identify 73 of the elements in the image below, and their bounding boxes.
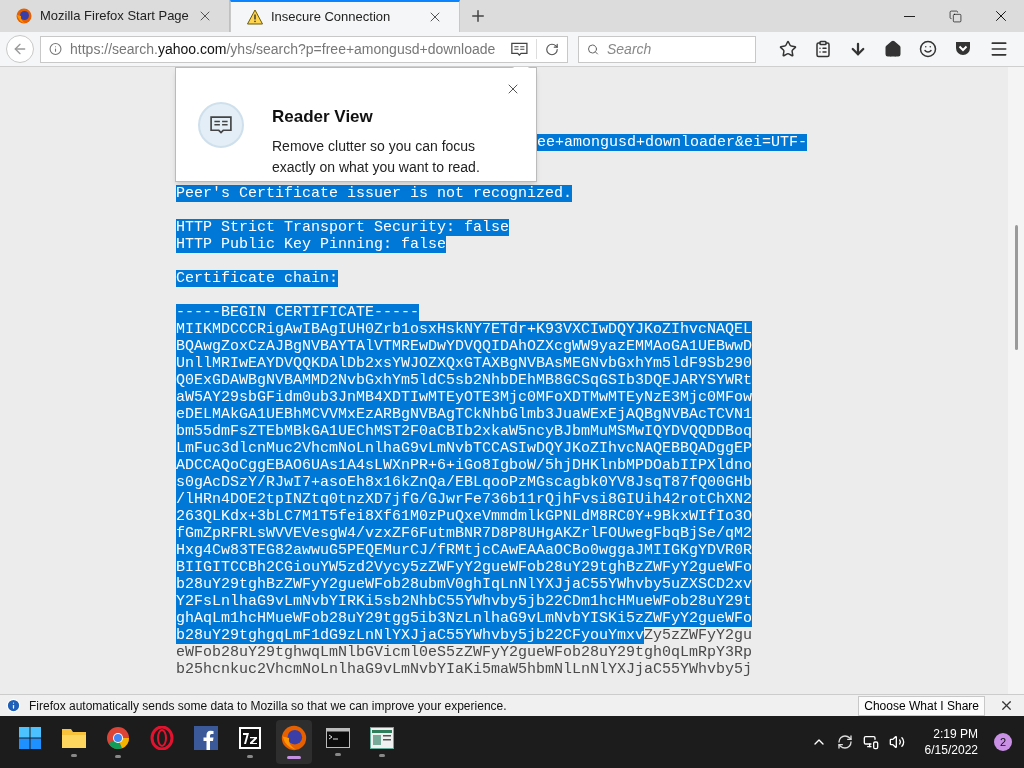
page-text: Hxg4Cw83TEG82awwuG5PEQEMurCJ/fRMtjcCAwEAAaOCBo0wggaJMIIGKgYDVR0R — [176, 542, 753, 559]
page-text: eDELMAkGA1UEBhMCVVMxEzARBgNVBAgTCkNhbGlmb3JuaWExEjAQBgNVBAcTCVN1 — [176, 406, 753, 423]
page-text: Zy5zZWFyY2gu — [644, 627, 753, 644]
page-text: -----BEGIN CERTIFICATE----- — [176, 304, 420, 321]
archive-icon — [238, 726, 262, 750]
close-notification-icon[interactable] — [999, 698, 1014, 713]
page-text: ghAqLm1hcHMueWFob28uY29tgg5ib3NzLnlhaG9vLmNvbYISKi5zZWFyY2gueWFo — [176, 610, 753, 627]
page-text: b25hcnkuc2VhcmNoLnlhaG9vLmNvbYIaKi5maW5hbmNlLnNlYXJjaC55YWhvby5j — [176, 661, 753, 678]
page-text: fGmZpRFRLsWVVEVesgW4/vzxZF6FutmBNR7D8P8UHgAKZrlFOUwegFbqBjSe/qM2 — [176, 525, 753, 542]
firefox-icon — [281, 725, 307, 751]
url-text: https://search.yahoo.com/yhs/search?p=free+amongusd+downloade — [70, 39, 496, 59]
search-icon — [587, 41, 599, 57]
document-viewer-icon — [370, 727, 394, 749]
clock[interactable]: 2:19 PM 6/15/2022 — [924, 726, 978, 758]
page-text: BIIGITCCBh2CGiouYW5zd2Vycy5zZWFyY2gueWFob28uY29tghBzZWFyY2gueWFo — [176, 559, 753, 576]
terminal-icon — [326, 728, 350, 748]
minimize-icon — [903, 15, 915, 17]
page-text: Y2FsLnlhaG9vLmNvbYIRKi5sb2NhbC55YWhvby5jb22CDm1hcHMueWFob28uY29t — [176, 593, 753, 610]
page-text: Q0ExGDAWBgNVBAMMD2NvbGxhYm5ldC5sb2NhbDEhMB8GCSqGSIb3DQEJARYSYWRt — [176, 372, 753, 389]
page-text: MIIKMDCCCRigAwIBAgIUH0Zrb1osxHskNY7ETdr+K93VXCIwDQYJKoZIhvcNAQEL — [176, 321, 753, 338]
clock-time: 2:19 PM — [933, 726, 978, 742]
network-icon[interactable] — [862, 734, 879, 750]
page-text: UnllMRIwEAYDVQQKDAlDb2xsYWJOZXQxGTAXBgNVBAsMEGNvbGxhYm5ldF9Sb290 — [176, 355, 753, 372]
chrome-icon — [106, 726, 130, 750]
firefox-icon — [16, 8, 32, 24]
facebook-icon — [194, 726, 218, 750]
bookmark-star-icon[interactable] — [778, 40, 797, 58]
reading-list-icon[interactable] — [813, 40, 832, 58]
sync-icon[interactable] — [836, 734, 853, 750]
clock-date: 6/15/2022 — [924, 742, 978, 758]
page-text: b28uY29tghBzZWFyY2gueWFob28ubmV0ghIqLnNlYXJjaC55YWhvby5uZXSCD2xv — [176, 576, 753, 593]
pocket-icon[interactable] — [954, 40, 973, 58]
page-text: bm55dmFsZTEbMBkGA1UEChMST2F0aCBIb2xkaW5ncyBJbmMuMSMwIQYDVQQDDBoq — [176, 423, 753, 440]
popup-description: Remove clutter so you can focus exactly on what you want to read. — [272, 136, 481, 177]
page-text: eWFob28uY29tghwqLmNlbGVicml0eS5zZWFyY2gueWFob28uY29tgh0qLmRpY3Rp — [176, 644, 753, 661]
tab-title: Insecure Connection — [271, 8, 392, 27]
folder-icon — [61, 727, 87, 749]
page-text: ADCCAQoCggEBAO6UAs1A4sLWXnPR+6+iGo8IgboW/5hjDHKlnbMPDOabIIPXldno — [176, 457, 753, 474]
info-icon[interactable] — [49, 42, 63, 56]
page-text: LmFuc3dlcnMuc2VhcmNoLnlhaG9vLmNvbTCCASIwDQYJKoZIhvcNAQEBBQADggEP — [176, 440, 753, 457]
choose-what-i-share-button[interactable]: Choose What I Share — [858, 695, 985, 716]
taskbar-app[interactable] — [276, 720, 312, 764]
page-text: /lHRn4DOE2tpINZtq0tnzXD7jfG/GJwrFe736b11rQjhFvsi8GIUih42rotChXN2 — [176, 491, 753, 508]
warning-icon — [247, 9, 263, 25]
home-icon[interactable] — [884, 40, 902, 58]
search-field[interactable]: Search — [578, 35, 756, 63]
notification-text: Firefox automatically sends some data to Mozilla so that we can improve your experience. — [29, 697, 508, 715]
page-text: HTTP Strict Transport Security: false — [176, 219, 510, 236]
popup-title: Reader View — [272, 106, 374, 128]
page-text: HTTP Public Key Pinning: false — [176, 236, 447, 253]
reader-icon — [210, 116, 232, 134]
page-text: BQAwgZoxCzAJBgNVBAYTAlVTMREwDwYDVQQIDAhOZXcgWW9yazEMMAoGA1UEBwwD — [176, 338, 753, 355]
volume-icon[interactable] — [888, 734, 905, 750]
notification-count-badge[interactable]: 2 — [994, 733, 1012, 751]
search-input[interactable]: Search — [607, 38, 747, 60]
ring-icon — [150, 726, 174, 750]
info-icon — [6, 698, 21, 713]
address-field[interactable]: https://search.yahoo.com/yhs/search?p=free+amongusd+downloade — [40, 35, 568, 63]
page-text: s0gAcDSzY/RJwI7+asoEh8x16kZnQa/EBLqooPzMGscagbk0YV8JsqT87fQ00GHb — [176, 474, 753, 491]
reader-view-icon[interactable] — [511, 41, 529, 57]
page-text: ee+amongusd+downloader&ei=UTF- — [537, 134, 808, 151]
scrollbar-thumb[interactable] — [1014, 225, 1018, 350]
restore-icon — [948, 9, 962, 23]
smiley-icon[interactable] — [919, 40, 938, 58]
page-text: 263QLKdx+3bLC7M1T5fei8Xf61M0zPuQxeVmmdmlkGPNLdM8RC0Y+9BkxWIfIo3O — [176, 508, 753, 525]
reload-icon[interactable] — [545, 41, 559, 57]
plus-icon — [469, 7, 487, 25]
page-text: Certificate chain: — [176, 270, 339, 287]
tab-title: Mozilla Firefox Start Page — [40, 7, 189, 26]
browser-tab[interactable]: Insecure Connection — [230, 0, 460, 32]
page-text: aW5AY29sbGFidm0ub3JnMB4XDTIwMTEyOTE3Mjc0MFoXDTMwMTEyNzE3Mjc0MFow — [176, 389, 753, 406]
windows-logo-icon — [18, 726, 42, 750]
page-text: Peer's Certificate issuer is not recognized. — [176, 185, 573, 202]
